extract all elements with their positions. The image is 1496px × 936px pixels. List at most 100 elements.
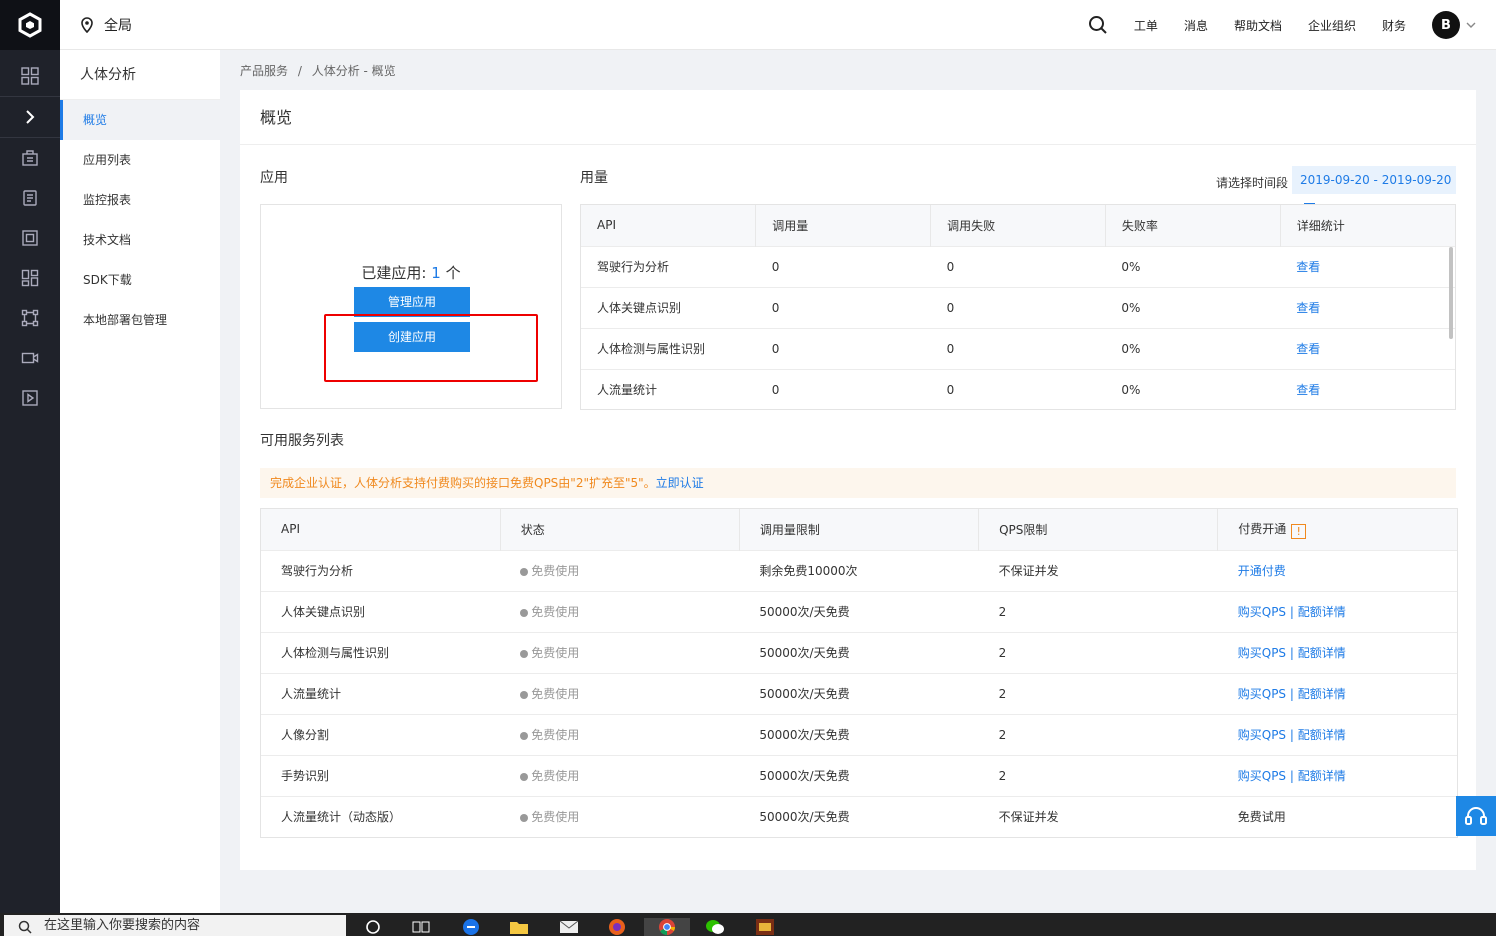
status-dot-icon	[520, 568, 529, 576]
view-details-link[interactable]: 查看	[1296, 260, 1320, 274]
status-dot-icon	[520, 773, 529, 781]
avatar[interactable]: B	[1432, 11, 1460, 39]
breadcrumb: 产品服务 / 人体分析 - 概览	[240, 62, 396, 79]
status-badge: 免费使用	[531, 646, 580, 660]
status-badge: 免费使用	[531, 728, 580, 742]
col-calls: 调用量	[755, 205, 932, 246]
cell-api: 人体关键点识别	[261, 590, 501, 632]
buy-qps-link[interactable]: 购买QPS	[1238, 728, 1286, 742]
view-details-link[interactable]: 查看	[1296, 383, 1320, 397]
chrome-icon[interactable]	[644, 918, 690, 936]
wechat-icon[interactable]	[704, 918, 726, 936]
customer-service-button[interactable]	[1456, 796, 1496, 836]
table-header: API 状态 调用量限制 QPS限制 付费开通!	[261, 509, 1457, 550]
nav-tickets[interactable]: 工单	[1134, 17, 1158, 34]
nav-enterprise-org[interactable]: 企业组织	[1308, 17, 1356, 34]
certification-notice: 完成企业认证，人体分析支持付费购买的接口免费QPS由"2"扩充至"5"。立即认证	[260, 468, 1456, 498]
region-label: 全局	[104, 18, 132, 34]
services-section-title: 可用服务列表	[260, 433, 344, 449]
grid-icon[interactable]	[0, 56, 60, 96]
app-icon[interactable]	[754, 918, 776, 936]
cell-fails: 0	[930, 245, 1106, 287]
view-details-link[interactable]: 查看	[1296, 301, 1320, 315]
table-row: 驾驶行为分析 0 0 0% 查看	[581, 245, 1455, 287]
product-sidenav: 人体分析 概览 应用列表 监控报表 技术文档 SDK下载 本地部署包管理	[60, 50, 220, 913]
cell-api: 人体检测与属性识别	[581, 327, 756, 369]
app-count-prefix: 已建应用:	[361, 264, 432, 282]
sidenav-item-local-deploy[interactable]: 本地部署包管理	[60, 300, 220, 340]
usage-scrollbar[interactable]	[1449, 247, 1453, 339]
cell-fails: 0	[930, 327, 1106, 369]
cell-calls: 0	[755, 368, 931, 409]
buy-qps-link[interactable]: 购买QPS	[1238, 646, 1286, 660]
expand-chevron-icon[interactable]	[0, 97, 60, 137]
logo-icon[interactable]	[0, 0, 60, 50]
quota-details-link[interactable]: 配额详情	[1298, 605, 1346, 619]
quota-details-link[interactable]: 配额详情	[1298, 728, 1346, 742]
book-icon[interactable]	[0, 178, 60, 218]
services-table: API 状态 调用量限制 QPS限制 付费开通! 驾驶行为分析 免费使用 剩余免…	[260, 508, 1458, 838]
free-trial-text: 免费试用	[1217, 795, 1457, 837]
file-explorer-icon[interactable]	[508, 918, 530, 936]
buy-qps-link[interactable]: 购买QPS	[1238, 769, 1286, 783]
table-row: 驾驶行为分析 免费使用 剩余免费10000次 不保证并发 开通付费	[261, 549, 1457, 591]
task-view-icon[interactable]	[410, 918, 432, 936]
table-header: API 调用量 调用失败 失败率 详细统计	[581, 205, 1455, 246]
mail-icon[interactable]	[558, 918, 580, 936]
region-selector[interactable]: 全局	[80, 15, 132, 35]
status-dot-icon	[520, 691, 529, 699]
breadcrumb-parent[interactable]: 产品服务	[240, 64, 288, 78]
firefox-icon[interactable]	[606, 918, 628, 936]
info-icon[interactable]: !	[1291, 523, 1307, 539]
play-icon[interactable]	[0, 378, 60, 418]
col-payment: 付费开通!	[1217, 509, 1457, 550]
status-badge: 免费使用	[531, 810, 580, 825]
cell-limit: 剩余免费10000次	[739, 549, 979, 591]
sidenav-title: 人体分析	[60, 50, 220, 100]
sidenav-item-overview[interactable]: 概览	[60, 100, 220, 140]
certify-now-link[interactable]: 立即认证	[656, 476, 704, 490]
cortana-icon[interactable]	[362, 918, 384, 936]
quota-details-link[interactable]: 配额详情	[1298, 646, 1346, 660]
enable-payment-link[interactable]: 开通付费	[1238, 564, 1286, 578]
col-details: 详细统计	[1280, 205, 1455, 246]
buy-qps-link[interactable]: 购买QPS	[1238, 605, 1286, 619]
view-details-link[interactable]: 查看	[1296, 342, 1320, 356]
cell-rate: 0%	[1105, 368, 1281, 409]
building-icon[interactable]	[0, 138, 60, 178]
cell-calls: 0	[755, 286, 931, 328]
sidenav-item-sdk-download[interactable]: SDK下载	[60, 260, 220, 300]
table-row: 人像分割 免费使用 50000次/天免费 2 购买QPS | 配额详情	[261, 713, 1457, 755]
nav-messages[interactable]: 消息	[1184, 17, 1208, 34]
date-range-value: 2019-09-20 - 2019-09-20	[1300, 173, 1452, 187]
cell-calls: 0	[755, 245, 931, 287]
search-icon[interactable]	[1088, 15, 1108, 35]
table-row: 人流量统计 0 0 0% 查看	[581, 368, 1455, 409]
sidenav-item-app-list[interactable]: 应用列表	[60, 140, 220, 180]
buy-qps-link[interactable]: 购买QPS	[1238, 687, 1286, 701]
manage-apps-button[interactable]: 管理应用	[354, 287, 470, 317]
headset-icon	[1465, 807, 1487, 825]
dashboard-icon[interactable]	[0, 258, 60, 298]
sidenav-item-tech-docs[interactable]: 技术文档	[60, 220, 220, 260]
user-menu[interactable]: B	[1432, 11, 1476, 39]
col-api: API	[261, 509, 501, 550]
sidenav-item-monitoring[interactable]: 监控报表	[60, 180, 220, 220]
table-row: 人体检测与属性识别 0 0 0% 查看	[581, 327, 1455, 369]
status-badge: 免费使用	[531, 564, 580, 578]
apps-section-title: 应用	[260, 170, 288, 186]
network-icon[interactable]	[0, 298, 60, 338]
edge-browser-icon[interactable]	[460, 918, 482, 936]
camera-icon[interactable]	[0, 338, 60, 378]
col-fail-rate: 失败率	[1105, 205, 1281, 246]
frame-icon[interactable]	[0, 218, 60, 258]
status-badge: 免费使用	[531, 605, 580, 619]
quota-details-link[interactable]: 配额详情	[1298, 687, 1346, 701]
nav-help-docs[interactable]: 帮助文档	[1234, 17, 1282, 34]
top-bar: 全局 工单 消息 帮助文档 企业组织 财务 B	[60, 0, 1496, 50]
nav-finance[interactable]: 财务	[1382, 17, 1406, 34]
quota-details-link[interactable]: 配额详情	[1298, 769, 1346, 783]
taskbar-search-input[interactable]: 在这里输入你要搜索的内容	[4, 915, 346, 936]
date-range-picker[interactable]: 2019-09-20 - 2019-09-20	[1292, 166, 1456, 213]
breadcrumb-current: 人体分析 - 概览	[311, 64, 396, 78]
